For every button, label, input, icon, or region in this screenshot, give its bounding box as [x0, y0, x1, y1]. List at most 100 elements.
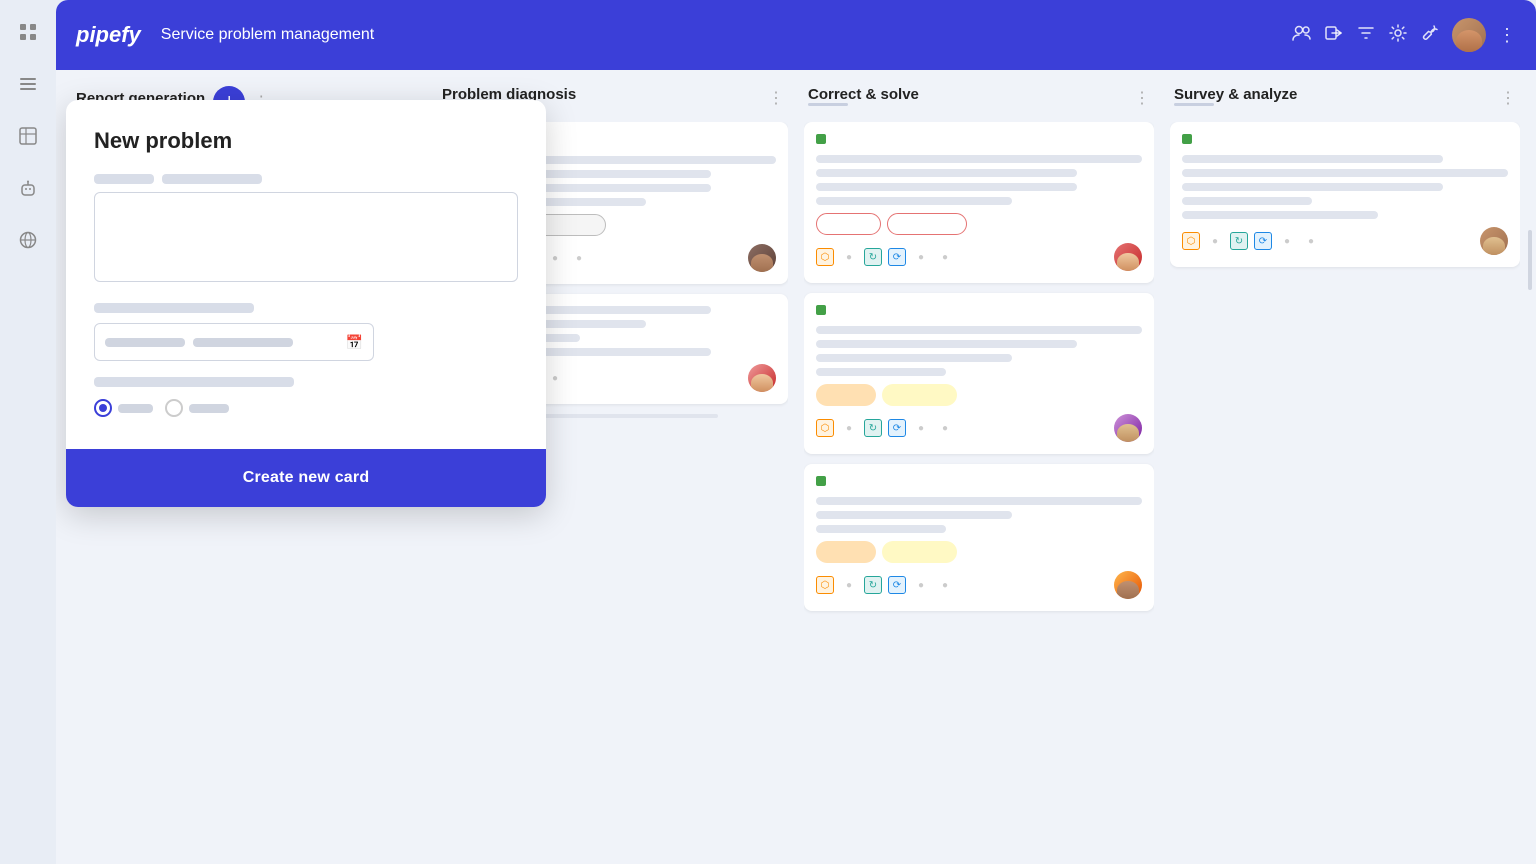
skeleton: [816, 511, 1012, 519]
ci6: ●: [936, 576, 954, 594]
sidebar-item-table[interactable]: [12, 120, 44, 152]
column-underline-correct: [808, 103, 848, 106]
pill-orange: [816, 384, 876, 406]
ci2: ●: [1206, 232, 1224, 250]
radio-option-2[interactable]: [165, 399, 229, 417]
main-content: pipefy Service problem management: [56, 0, 1536, 864]
signin-icon[interactable]: [1324, 23, 1344, 48]
skeleton: [1182, 197, 1312, 205]
skeleton: [1182, 211, 1378, 219]
pill-orange: [816, 541, 876, 563]
settings-icon[interactable]: [1388, 23, 1408, 48]
header-title: Service problem management: [161, 26, 1292, 44]
ci2: ●: [840, 419, 858, 437]
date-text-2: [193, 338, 293, 347]
date-text-1: [105, 338, 185, 347]
calendar-icon: 📅: [346, 334, 363, 351]
board-area: Report generation + ⋮ ⬡ ●: [56, 70, 1536, 864]
column-header-correct: Correct & solve ⋮: [804, 86, 1154, 110]
radio-empty[interactable]: [165, 399, 183, 417]
header-actions: ⋮: [1292, 18, 1516, 52]
ci1: ⬡: [816, 576, 834, 594]
card-footer: ⬡ ● ↻ ⟳ ● ●: [816, 243, 1142, 271]
sidebar-item-grid[interactable]: [12, 16, 44, 48]
skeleton: [816, 169, 1077, 177]
dot-green: [816, 476, 826, 486]
ci3: ↻: [864, 576, 882, 594]
card-footer: ⬡ ● ↻ ⟳ ● ●: [816, 414, 1142, 442]
logo: pipefy: [76, 22, 141, 48]
radio-label-1: [118, 404, 153, 413]
card-5[interactable]: ⬡ ● ↻ ⟳ ● ●: [804, 293, 1154, 454]
ci5: ●: [912, 248, 930, 266]
modal-body: New problem: [66, 100, 546, 449]
label-block-2: [162, 174, 262, 184]
skeleton: [1182, 155, 1443, 163]
card-pills-row: [816, 384, 1142, 406]
ci4: ⟳: [888, 248, 906, 266]
card-pills-row: [816, 541, 1142, 563]
skeleton: [1182, 183, 1443, 191]
modal-footer: Create new card: [66, 449, 546, 507]
skeleton: [816, 368, 946, 376]
card-avatar-3: [748, 364, 776, 392]
card-avatar-7: [1480, 227, 1508, 255]
card-4[interactable]: ⬡ ● ↻ ⟳ ● ●: [804, 122, 1154, 283]
date-field-label: [94, 303, 254, 313]
pill-yellow: [882, 541, 957, 563]
radio-option-1[interactable]: [94, 399, 153, 417]
users-icon[interactable]: [1292, 23, 1312, 48]
card-6[interactable]: ⬡ ● ↻ ⟳ ● ●: [804, 464, 1154, 611]
column-cards-survey: ⬡ ● ↻ ⟳ ● ●: [1170, 122, 1520, 848]
pill-outline-red-2: [887, 213, 967, 235]
card-icons: ⬡ ● ↻ ⟳ ● ●: [1182, 232, 1320, 250]
wrench-icon[interactable]: [1420, 23, 1440, 48]
dot-green: [816, 134, 826, 144]
skeleton: [816, 155, 1142, 163]
skeleton: [816, 197, 1012, 205]
card-footer: ⬡ ● ↻ ⟳ ● ●: [1182, 227, 1508, 255]
ci2: ●: [840, 248, 858, 266]
radio-row: [94, 399, 518, 417]
filter-icon[interactable]: [1356, 23, 1376, 48]
column-more-icon-diagnosis[interactable]: ⋮: [768, 88, 784, 108]
modal-title: New problem: [94, 128, 518, 154]
date-input[interactable]: 📅: [94, 323, 374, 361]
radio-label-2: [189, 404, 229, 413]
column-more-icon-survey[interactable]: ⋮: [1500, 88, 1516, 108]
sidebar: [0, 0, 56, 864]
column-underline-survey: [1174, 103, 1214, 106]
problem-description-textarea[interactable]: [94, 192, 518, 282]
card-avatar-4: [1114, 243, 1142, 271]
card-pills-row: [816, 213, 1142, 235]
more-options-icon[interactable]: ⋮: [1498, 25, 1516, 46]
column-header-survey: Survey & analyze ⋮: [1170, 86, 1520, 110]
ci5: ●: [1278, 232, 1296, 250]
skeleton: [816, 354, 1012, 362]
sidebar-item-globe[interactable]: [12, 224, 44, 256]
form-label-row-1: [94, 174, 518, 184]
skeleton: [1182, 169, 1508, 177]
ci5: ●: [912, 419, 930, 437]
ci5: ●: [546, 369, 564, 387]
user-avatar[interactable]: [1452, 18, 1486, 52]
radio-selected[interactable]: [94, 399, 112, 417]
card-avatar-6: [1114, 571, 1142, 599]
card-7[interactable]: ⬡ ● ↻ ⟳ ● ●: [1170, 122, 1520, 267]
sidebar-item-bot[interactable]: [12, 172, 44, 204]
column-more-icon-correct[interactable]: ⋮: [1134, 88, 1150, 108]
sidebar-item-list[interactable]: [12, 68, 44, 100]
create-card-button[interactable]: Create new card: [66, 449, 546, 507]
skeleton: [816, 326, 1142, 334]
ci4: ⟳: [1254, 232, 1272, 250]
ci5: ●: [912, 576, 930, 594]
logo-text: pipefy: [76, 22, 141, 48]
form-section-date: 📅: [94, 303, 518, 361]
ci3: ↻: [864, 419, 882, 437]
card-icons: ⬡ ● ↻ ⟳ ● ●: [816, 419, 954, 437]
ci6: ●: [1302, 232, 1320, 250]
ci4: ⟳: [888, 419, 906, 437]
radio-inner: [99, 404, 107, 412]
pill-outline-red-1: [816, 213, 881, 235]
card-avatar-2: [748, 244, 776, 272]
